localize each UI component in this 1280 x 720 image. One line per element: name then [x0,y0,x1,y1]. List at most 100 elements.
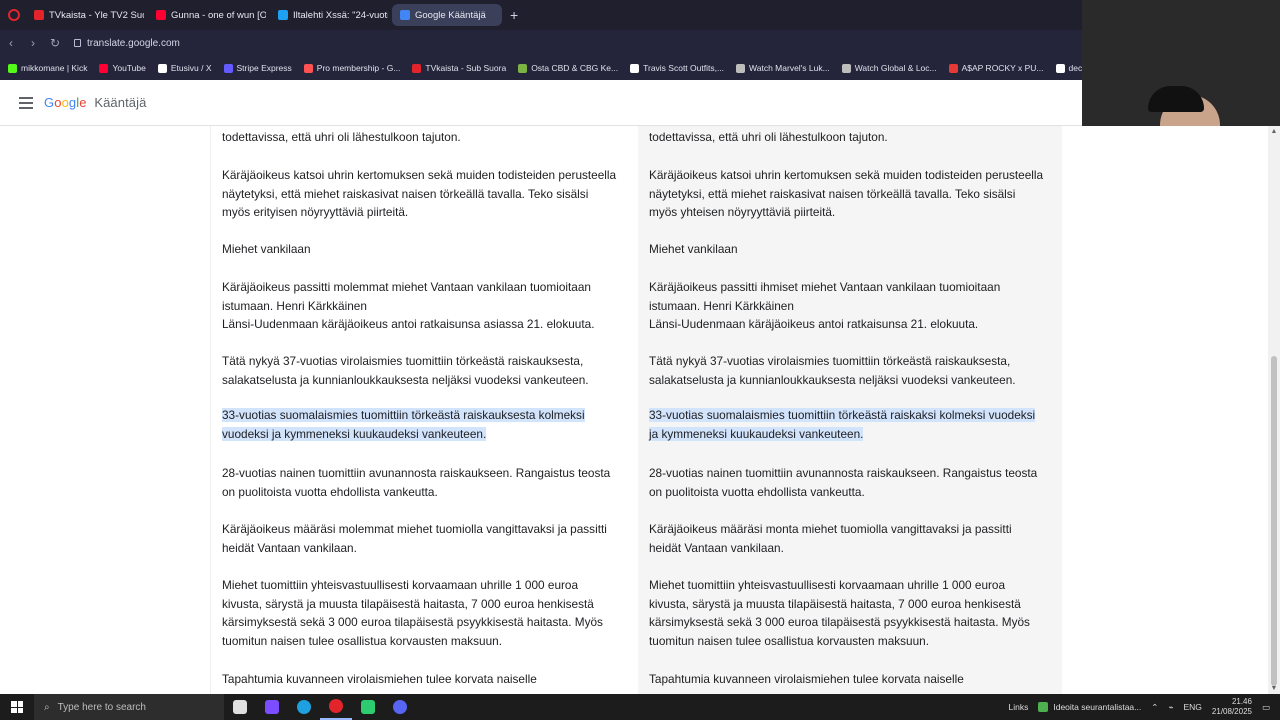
paragraph: 28-vuotias nainen tuomittiin avunannosta… [649,464,1044,501]
paragraph: Tapahtumia kuvanneen virolaismiehen tule… [649,670,1044,689]
browser-tab-bar: TVkaista - Yle TV2 Suora Gunna - one of w… [0,0,1082,30]
bookmarks-bar: mikkomane | Kick YouTube Etusivu / X Stripe… [0,56,1082,80]
bookmark-label: Travis Scott Outfits,... [643,63,725,73]
discord-glyph [393,700,407,714]
network-icon[interactable]: ⌁ [1168,702,1173,713]
bookmark-item[interactable]: deceived - SUORAT... [1055,63,1082,73]
lock-icon [74,39,81,47]
address-bar: ‹ › ↻ translate.google.com [0,30,1082,56]
product-name: Kääntäjä [94,95,147,110]
system-tray: Links Ideoita seurantalistaa... ⌃ ⌁ ENG … [1009,697,1280,717]
scroll-up-icon[interactable]: ▲ [1270,128,1278,135]
bookmark-label: Watch Global & Loc... [854,63,937,73]
paragraph-text: Käräjäoikeus määräsi monta miehet tuomio… [649,522,1012,555]
opera-menu-icon[interactable] [8,9,20,21]
tab-favicon-icon [278,10,288,20]
bookmark-favicon-icon [518,63,528,73]
bookmark-label: TVkaista - Sub Suora [425,63,507,73]
bookmark-label: Stripe Express [236,63,292,73]
paragraph: 28-vuotias nainen tuomittiin avunannosta… [222,464,617,501]
browser-tab[interactable]: Iltalehti Xssä: "24-vuotia [270,4,388,26]
paragraph: Miehet tuomittiin yhteisvastuullisesti k… [222,576,617,650]
page-scrollbar[interactable]: ▲ ▼ [1268,126,1280,694]
paragraph: 33-vuotias suomalaismies tuomittiin törk… [222,406,617,443]
paragraph: Tätä nykyä 37-vuotias virolaismies tuomi… [649,352,1044,389]
webcam-overlay [1082,0,1280,130]
bookmark-favicon-icon [8,63,17,73]
taskbar-discord-icon[interactable] [384,694,416,720]
paragraph-text: 28-vuotias nainen tuomittiin avunannosta… [649,466,1038,499]
bookmark-favicon-icon [736,63,746,73]
url-field[interactable]: translate.google.com [74,38,180,49]
bookmark-item[interactable]: Osta CBD & CBG Ke... [518,63,618,73]
bookmark-item[interactable]: TVkaista - Sub Suora [412,63,506,73]
edge-glyph [297,700,311,714]
taskbar-copilot-icon[interactable] [256,694,288,720]
tab-label: Google Kääntäjä [415,9,486,21]
highlighted-sentence: 33-vuotias suomalaismies tuomittiin törk… [222,408,585,441]
reload-icon[interactable]: ↻ [44,36,66,50]
task-view-glyph [233,700,247,714]
bookmark-favicon-icon [223,63,233,73]
bookmark-item[interactable]: Etusivu / X [157,63,212,73]
tab-label: TVkaista - Yle TV2 Suora [49,9,144,21]
clock[interactable]: 21.46 21/08/2025 [1212,697,1252,717]
browser-tab[interactable]: Gunna - one of wun [Offi [148,4,266,26]
new-tab-icon[interactable]: + [510,7,518,23]
bookmark-favicon-icon [841,63,851,73]
bookmark-item[interactable]: Stripe Express [223,63,292,73]
bookmark-item[interactable]: Pro membership - G... [303,63,400,73]
start-button[interactable] [0,701,34,713]
bookmark-item[interactable]: Travis Scott Outfits,... [630,63,724,73]
bookmark-item[interactable]: mikkomane | Kick [8,63,87,73]
bookmark-item[interactable]: YouTube [99,63,146,73]
bookmark-item[interactable]: Watch Marvel's Luk... [736,63,830,73]
back-icon[interactable]: ‹ [0,36,22,50]
bookmark-item[interactable]: Watch Global & Loc... [841,63,937,73]
language-indicator[interactable]: ENG [1184,702,1202,712]
translate-header: Google Kääntäjä [0,80,1082,126]
url-text[interactable]: translate.google.com [87,38,180,49]
taskbar-apps [224,694,416,720]
taskbar-task-view-icon[interactable] [224,694,256,720]
news-widget[interactable]: Ideoita seurantalistaa... [1038,702,1141,712]
bookmark-favicon-icon [1055,63,1065,73]
windows-icon [11,701,23,713]
terminal-app-glyph [361,700,375,714]
main-menu-icon[interactable] [19,96,33,109]
taskbar-search[interactable]: ⌕ Type here to search [34,694,224,720]
source-text-panel[interactable]: todettavissa, että uhri oli lähestulkoon… [210,126,634,694]
paragraph: Miehet tuomittiin yhteisvastuullisesti k… [649,576,1044,650]
links-toolbar[interactable]: Links [1009,702,1029,712]
bookmark-label: mikkomane | Kick [21,63,88,73]
taskbar-opera-icon[interactable] [320,694,352,720]
paragraph-text: todettavissa, että uhri oli lähestulkoon… [649,130,888,144]
bookmark-item[interactable]: A$AP ROCKY x PU... [948,63,1044,73]
browser-tab[interactable]: TVkaista - Yle TV2 Suora [26,4,144,26]
taskbar-terminal-app-icon[interactable] [352,694,384,720]
browser-tab[interactable]: Google Kääntäjä [392,4,502,26]
google-translate-logo[interactable]: Google Kääntäjä [44,95,146,110]
chevron-up-icon[interactable]: ⌃ [1151,702,1158,713]
taskbar-edge-icon[interactable] [288,694,320,720]
screen: { "browser": { "tabs": [ {"label": "TVka… [0,0,1280,720]
paragraph: Käräjäoikeus katsoi uhrin kertomuksen se… [649,166,1044,222]
paragraph: Käräjäoikeus määräsi molemmat miehet tuo… [222,520,617,557]
paragraph-text: Tätä nykyä 37-vuotias virolaismies tuomi… [222,354,589,387]
search-icon: ⌕ [44,701,50,713]
notifications-icon[interactable]: ▭ [1262,702,1270,713]
translated-text-panel[interactable]: todettavissa, että uhri oli lähestulkoon… [638,126,1062,694]
tab-strip: TVkaista - Yle TV2 Suora Gunna - one of w… [26,4,506,26]
paragraph: Miehet vankilaan [222,240,617,259]
paragraph-text: todettavissa, että uhri oli lähestulkoon… [222,130,461,144]
bookmark-favicon-icon [99,63,109,73]
bookmark-favicon-icon [157,63,167,73]
search-placeholder: Type here to search [57,701,146,713]
scroll-down-icon[interactable]: ▼ [1270,685,1278,692]
paragraph: Käräjäoikeus passitti ihmiset miehet Van… [649,278,1044,334]
paragraph-text: Tapahtumia kuvanneen virolaismiehen tule… [222,672,537,686]
windows-taskbar: ⌕ Type here to search Links Ideoita seur… [0,694,1280,720]
bookmark-favicon-icon [303,63,313,73]
forward-icon[interactable]: › [22,36,44,50]
scrollbar-thumb[interactable] [1271,356,1277,686]
